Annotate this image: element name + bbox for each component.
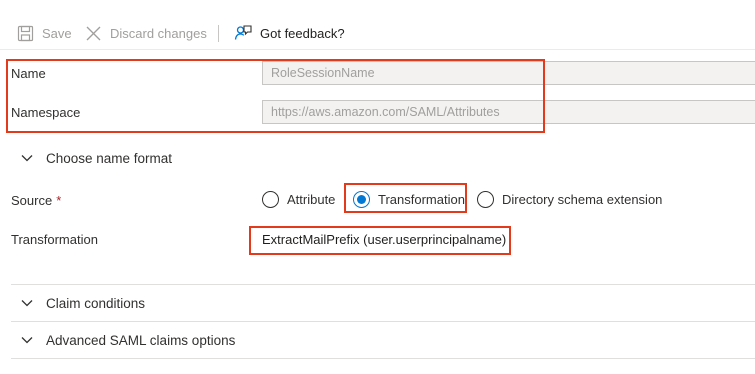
required-asterisk: * bbox=[56, 193, 62, 208]
section-divider bbox=[11, 358, 755, 359]
radio-transformation[interactable]: Transformation bbox=[353, 189, 465, 209]
transformation-value-link[interactable]: ExtractMailPrefix (user.userprincipalnam… bbox=[262, 232, 506, 247]
source-label: Source * bbox=[11, 193, 61, 208]
chevron-down-icon bbox=[20, 151, 34, 165]
section-divider bbox=[11, 321, 755, 322]
namespace-label: Namespace bbox=[11, 105, 81, 120]
command-bar: Save Discard changes Got feedback? bbox=[0, 0, 755, 50]
name-format-expander[interactable]: Choose name format bbox=[0, 148, 755, 168]
radio-circle[interactable] bbox=[262, 190, 279, 208]
name-format-label: Choose name format bbox=[46, 150, 173, 166]
save-button[interactable]: Save bbox=[17, 22, 72, 44]
discard-changes-button[interactable]: Discard changes bbox=[85, 22, 207, 44]
claim-conditions-label: Claim conditions bbox=[46, 295, 146, 311]
discard-changes-label: Discard changes bbox=[110, 25, 207, 41]
chevron-down-icon bbox=[20, 333, 34, 347]
transformation-label: Transformation bbox=[11, 232, 98, 247]
name-label: Name bbox=[11, 66, 46, 81]
source-label-text: Source bbox=[11, 193, 53, 208]
namespace-field[interactable]: https://aws.amazon.com/SAML/Attributes bbox=[262, 100, 755, 124]
radio-attribute[interactable]: Attribute bbox=[262, 189, 335, 209]
chevron-down-icon bbox=[20, 296, 34, 310]
radio-directory-schema-extension[interactable]: Directory schema extension bbox=[477, 189, 662, 209]
radio-circle[interactable] bbox=[477, 190, 494, 208]
claim-conditions-expander[interactable]: Claim conditions bbox=[0, 293, 755, 313]
feedback-button[interactable]: Got feedback? bbox=[234, 22, 345, 44]
radio-directory-schema-extension-label: Directory schema extension bbox=[502, 191, 663, 207]
radio-attribute-label: Attribute bbox=[287, 191, 336, 207]
radio-circle-selected[interactable] bbox=[353, 190, 370, 208]
save-icon bbox=[17, 25, 34, 42]
toolbar-separator bbox=[218, 25, 219, 42]
radio-transformation-label: Transformation bbox=[378, 191, 465, 207]
close-icon bbox=[85, 25, 102, 42]
advanced-saml-claims-expander[interactable]: Advanced SAML claims options bbox=[0, 330, 755, 350]
advanced-saml-claims-label: Advanced SAML claims options bbox=[46, 332, 236, 348]
section-divider bbox=[11, 284, 755, 285]
feedback-icon bbox=[234, 24, 252, 42]
name-field[interactable]: RoleSessionName bbox=[262, 61, 755, 85]
save-label: Save bbox=[42, 25, 72, 41]
feedback-label: Got feedback? bbox=[260, 25, 345, 41]
